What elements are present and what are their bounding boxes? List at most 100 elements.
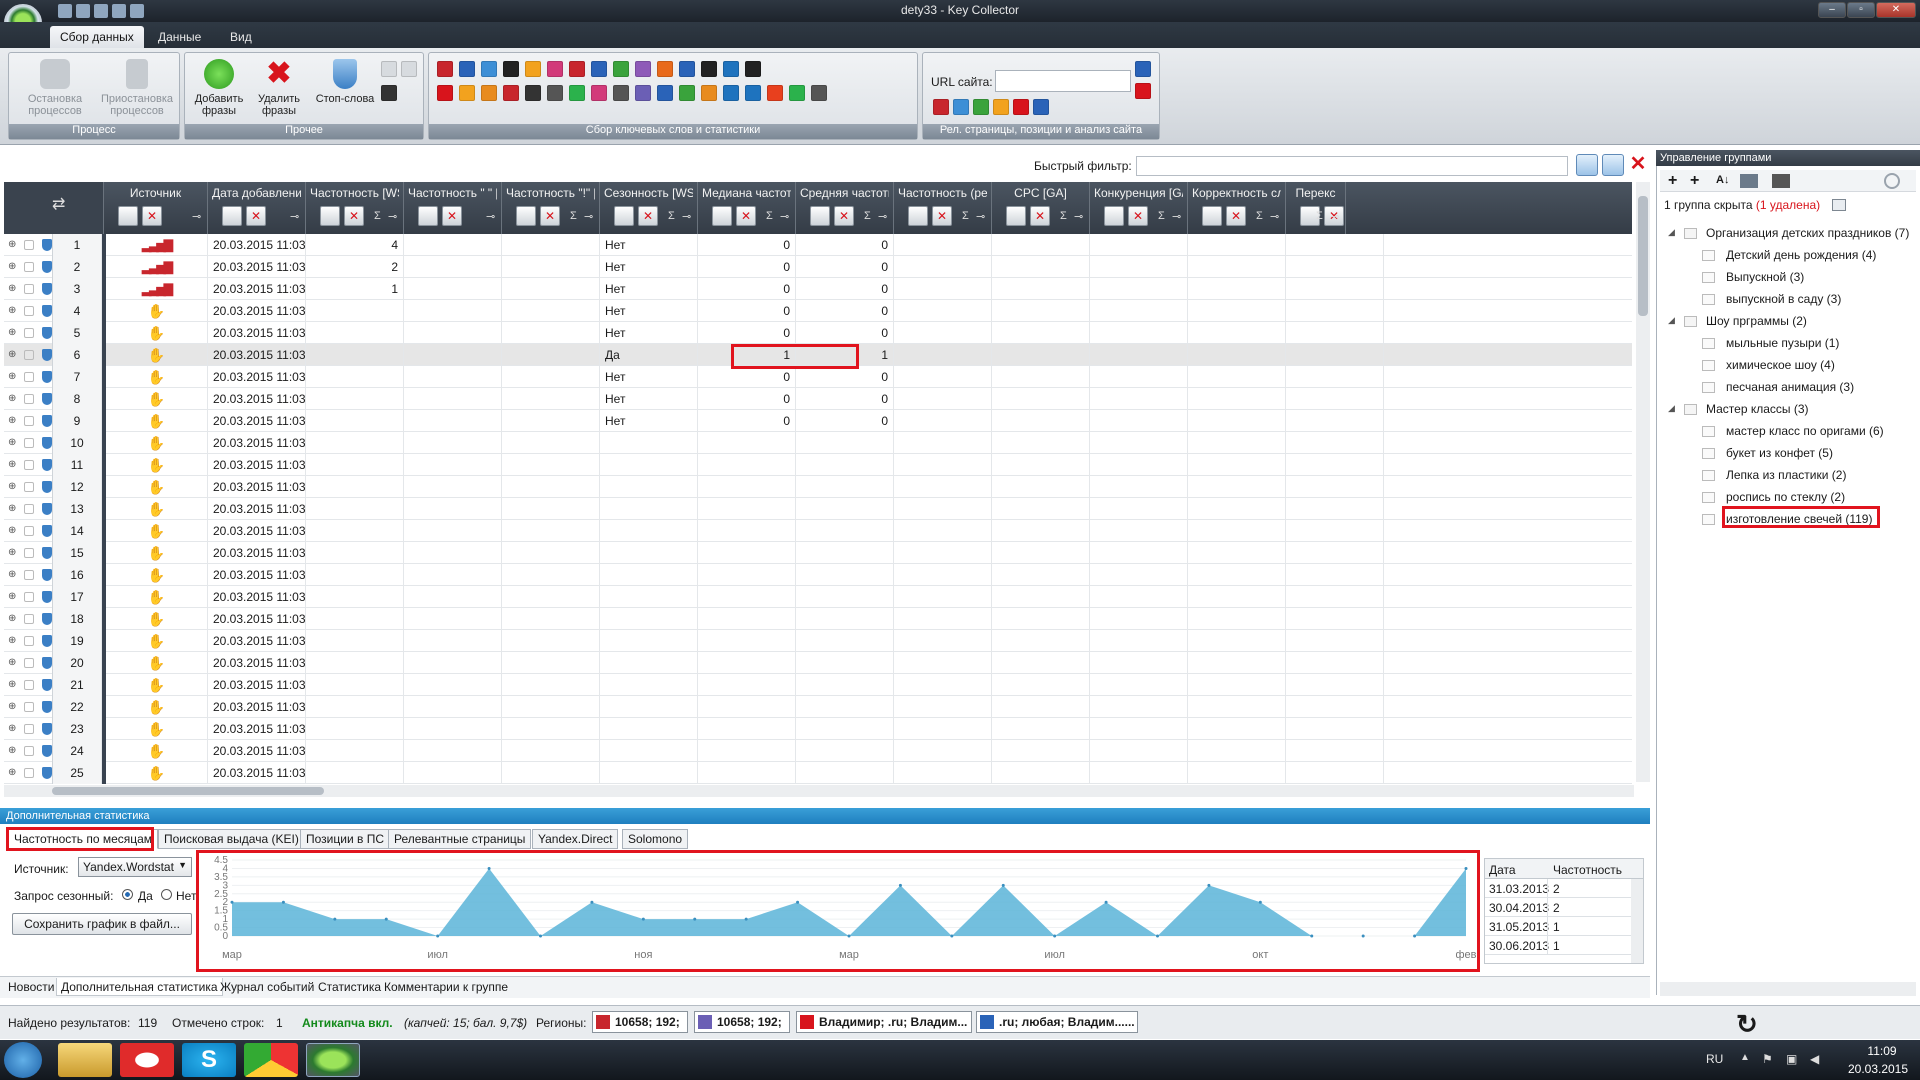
- region-box[interactable]: .ru; любая; Владим......: [976, 1011, 1138, 1033]
- expand-icon[interactable]: ⊕: [8, 723, 16, 734]
- lock-icon[interactable]: [24, 526, 34, 536]
- expand-icon[interactable]: ⊕: [8, 547, 16, 558]
- column-filter-icon[interactable]: [614, 206, 634, 226]
- keyword-source-icon[interactable]: [525, 61, 541, 77]
- column-header-cross[interactable]: Перекс ✕ Σ ⊸: [1286, 182, 1346, 234]
- column-header-frequency-quoted[interactable]: Частотность " " [✕ ⊸: [404, 182, 502, 234]
- filter-funnel-icon[interactable]: [1602, 154, 1624, 176]
- pin-icon[interactable]: ⊸: [290, 210, 299, 223]
- keyword-tool-icon[interactable]: [569, 85, 585, 101]
- column-clear-filter-icon[interactable]: ✕: [344, 206, 364, 226]
- expand-icon[interactable]: ⊕: [8, 393, 16, 404]
- tray-arrow-icon[interactable]: ▲: [1740, 1052, 1750, 1063]
- expand-icon[interactable]: ⊕: [8, 613, 16, 624]
- clear-filter-icon[interactable]: ✕: [1628, 153, 1648, 175]
- table-row[interactable]: ⊕8✋20.03.2015 11:03:41Нет00: [4, 388, 1632, 410]
- data-point[interactable]: [1207, 883, 1211, 887]
- data-point[interactable]: [796, 900, 800, 904]
- keyword-tool-icon[interactable]: [613, 85, 629, 101]
- key-collector-taskbar-icon[interactable]: [306, 1043, 360, 1077]
- seasonal-yes-radio[interactable]: [122, 889, 133, 900]
- monthly-table-row[interactable]: 31.05.2013 1: [1485, 917, 1631, 936]
- expand-icon[interactable]: ⊕: [8, 459, 16, 470]
- delete-phrases-button[interactable]: ✖ Удалить фразы: [249, 59, 309, 118]
- table-row[interactable]: ⊕ 13 ✋ 20.03.2015 11:03:41: [4, 498, 1632, 520]
- table-row[interactable]: ⊕ 15 ✋ 20.03.2015 11:03:41: [4, 542, 1632, 564]
- data-point[interactable]: [384, 917, 388, 921]
- site-tool-icon[interactable]: [1013, 99, 1029, 115]
- expand-icon[interactable]: ⊕: [8, 481, 16, 492]
- keyword-tool-icon[interactable]: [547, 85, 563, 101]
- stats-tab[interactable]: Solomono: [622, 829, 689, 849]
- table-row[interactable]: ⊕ 23 ✋ 20.03.2015 11:03:41: [4, 718, 1632, 740]
- column-filter-icon[interactable]: [1202, 206, 1222, 226]
- lock-icon[interactable]: [24, 460, 34, 470]
- lock-icon[interactable]: [24, 746, 34, 756]
- pin-icon[interactable]: ⊸: [780, 210, 789, 223]
- group-export-icon[interactable]: [1772, 174, 1790, 188]
- pause-processes-button[interactable]: Приостановка процессов: [97, 59, 177, 117]
- sum-icon[interactable]: Σ: [668, 210, 675, 222]
- expand-icon[interactable]: ⊕: [8, 327, 16, 338]
- expand-icon[interactable]: ⊕: [8, 569, 16, 580]
- subgroup-item[interactable]: роспись по стеклу (2): [1726, 490, 1845, 504]
- column-clear-filter-icon[interactable]: ✕: [834, 206, 854, 226]
- pin-icon[interactable]: ⊸: [878, 210, 887, 223]
- lock-icon[interactable]: [24, 372, 34, 382]
- sum-icon[interactable]: Σ: [1060, 210, 1067, 222]
- source-select[interactable]: Yandex.Wordstat ▼: [78, 857, 192, 877]
- lock-icon[interactable]: [24, 680, 34, 690]
- tab-data-collection[interactable]: Сбор данных: [50, 26, 144, 48]
- keyword-tool-icon[interactable]: [459, 85, 475, 101]
- expand-icon[interactable]: ⊕: [8, 371, 16, 382]
- lock-icon[interactable]: [24, 768, 34, 778]
- lock-icon[interactable]: [24, 306, 34, 316]
- lock-icon[interactable]: [24, 658, 34, 668]
- site-option-icon[interactable]: [1135, 83, 1151, 99]
- column-clear-filter-icon[interactable]: ✕: [142, 206, 162, 226]
- column-filter-icon[interactable]: [810, 206, 830, 226]
- group-view-icon[interactable]: [1740, 174, 1758, 188]
- minimize-button[interactable]: –: [1818, 2, 1846, 18]
- keyword-source-icon[interactable]: [745, 61, 761, 77]
- lock-icon[interactable]: [24, 262, 34, 272]
- expand-icon[interactable]: ⊕: [8, 349, 16, 360]
- table-row[interactable]: ⊕ 10 ✋ 20.03.2015 11:03:41: [4, 432, 1632, 454]
- column-header-frequency-period[interactable]: Частотность (per ✕ Σ ⊸: [894, 182, 992, 234]
- grid-vertical-scrollbar[interactable]: [1636, 182, 1650, 782]
- bottom-tab[interactable]: Журнал событий: [216, 978, 318, 996]
- keyword-source-icon[interactable]: [503, 61, 519, 77]
- explorer-icon[interactable]: [58, 1043, 112, 1077]
- bottom-tab[interactable]: Новости: [4, 978, 58, 996]
- stats-tab[interactable]: Yandex.Direct: [532, 829, 619, 849]
- column-clear-filter-icon[interactable]: ✕: [1030, 206, 1050, 226]
- data-point[interactable]: [436, 934, 440, 938]
- stop-words-button[interactable]: Стоп-слова: [309, 59, 381, 105]
- subgroup-item[interactable]: Лепка из пластики (2): [1726, 468, 1846, 482]
- data-point[interactable]: [744, 917, 748, 921]
- keyword-tool-icon[interactable]: [591, 85, 607, 101]
- table-row[interactable]: ⊕1▂▃▅▇20.03.2015 11:03:184Нет00: [4, 234, 1632, 256]
- sum-icon[interactable]: Σ: [864, 210, 871, 222]
- clock-time[interactable]: 11:09: [1852, 1044, 1912, 1058]
- column-clear-filter-icon[interactable]: ✕: [246, 206, 266, 226]
- region-box[interactable]: Владимир; .ru; Владим...: [796, 1011, 972, 1033]
- expand-icon[interactable]: ⊕: [8, 437, 16, 448]
- column-clear-filter-icon[interactable]: ✕: [1128, 206, 1148, 226]
- add-group-icon[interactable]: +: [1668, 172, 1677, 190]
- data-point[interactable]: [539, 934, 542, 938]
- groups-horizontal-scrollbar[interactable]: [1660, 982, 1916, 996]
- bottom-tab[interactable]: Комментарии к группе: [380, 978, 512, 996]
- column-header-date-added[interactable]: Дата добавлени ✕ ⊸: [208, 182, 306, 234]
- redo-icon[interactable]: [401, 61, 417, 77]
- add-phrases-button[interactable]: Добавить фразы: [189, 59, 249, 117]
- table-row[interactable]: ⊕2▂▃▅▇20.03.2015 11:03:182Нет00: [4, 256, 1632, 278]
- column-filter-icon[interactable]: [516, 206, 536, 226]
- subgroup-item[interactable]: мастер класс по оригами (6): [1726, 424, 1884, 438]
- table-row[interactable]: ⊕ 12 ✋ 20.03.2015 11:03:41: [4, 476, 1632, 498]
- keyword-tool-icon[interactable]: [679, 85, 695, 101]
- keyword-source-icon[interactable]: [635, 61, 651, 77]
- data-point[interactable]: [847, 934, 851, 938]
- sum-icon[interactable]: Σ: [766, 210, 773, 222]
- expand-icon[interactable]: ⊕: [8, 657, 16, 668]
